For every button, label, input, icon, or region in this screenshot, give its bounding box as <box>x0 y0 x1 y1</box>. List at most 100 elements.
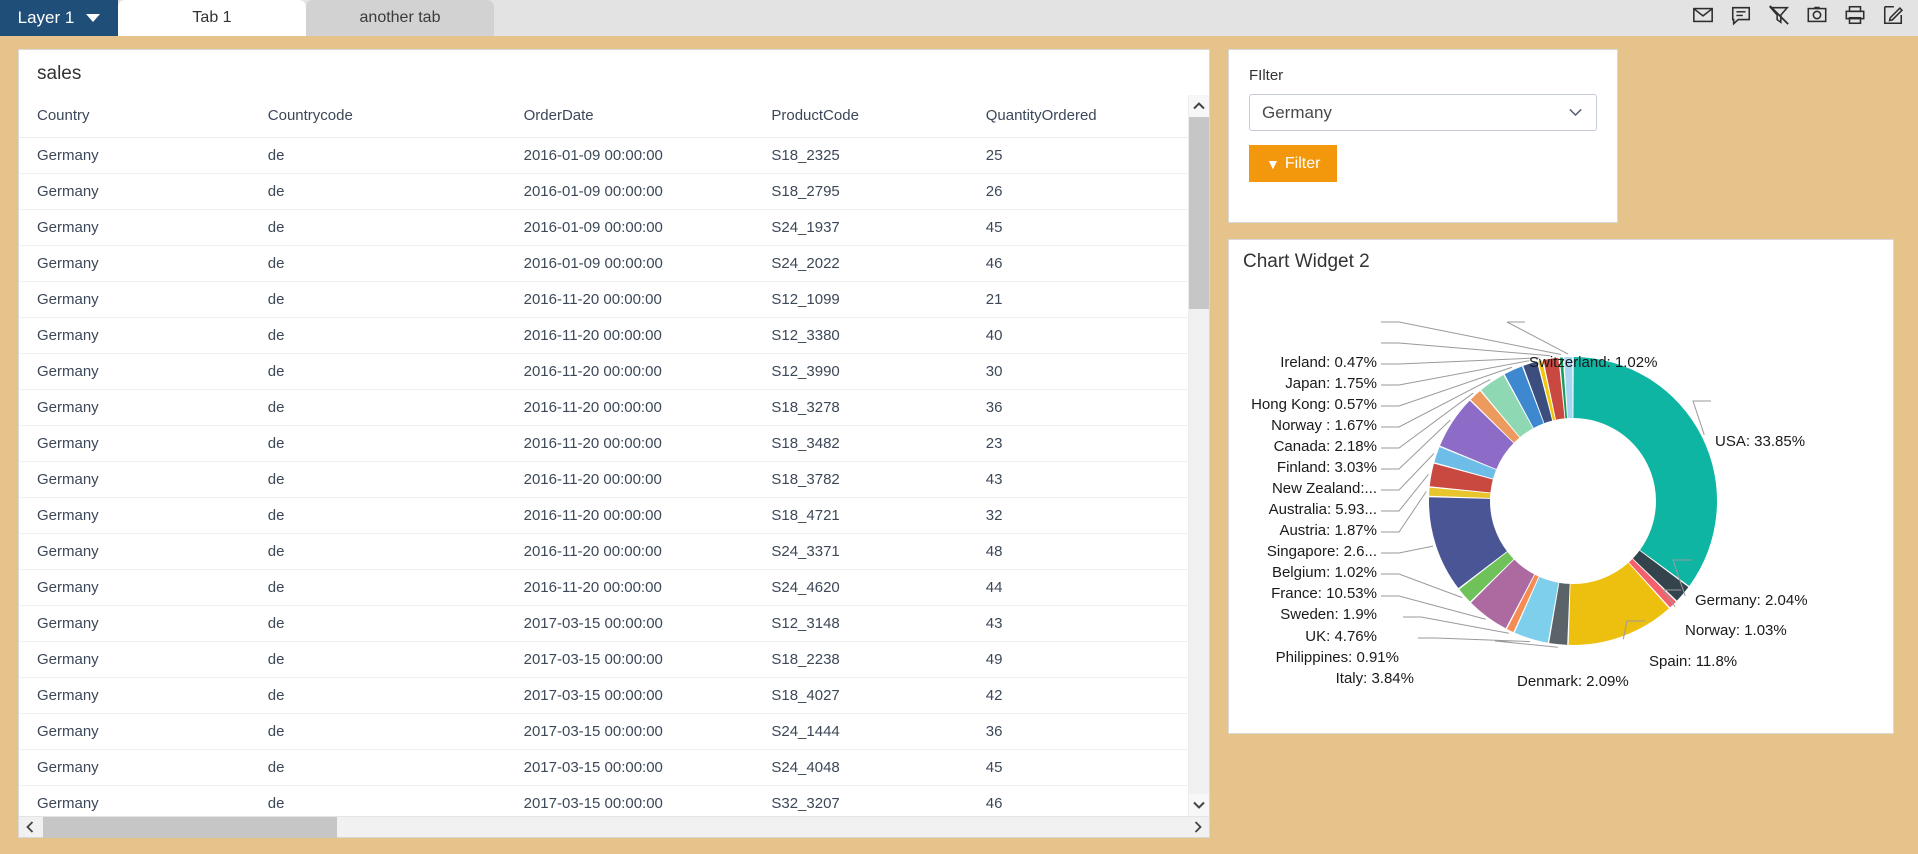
table-cell: 46 <box>985 245 1188 282</box>
table-row[interactable]: Germany de 2016-01-09 00:00:00 S24_2022 46 <box>19 245 1188 282</box>
label-leader-line <box>1381 342 1551 357</box>
scroll-right-button[interactable] <box>1187 817 1209 838</box>
table-cell: S32_3207 <box>771 785 986 816</box>
scroll-track-horizontal[interactable] <box>41 816 1187 838</box>
column-header-countrycode[interactable]: Countrycode <box>267 95 524 138</box>
edit-icon[interactable] <box>1882 4 1904 26</box>
donut-slice-label: UK: 4.76% <box>1305 628 1377 645</box>
tab-label: Tab 1 <box>192 9 232 26</box>
print-icon[interactable] <box>1844 4 1866 26</box>
table-cell: 2016-11-20 00:00:00 <box>523 281 772 318</box>
table-row[interactable]: Germany de 2016-11-20 00:00:00 S18_3782 43 <box>19 461 1188 498</box>
column-header-quantityordered[interactable]: QuantityOrdered <box>985 95 1188 138</box>
table-cell: S18_2325 <box>771 137 986 174</box>
table-row[interactable]: Germany de 2017-03-15 00:00:00 S24_1444 36 <box>19 713 1188 750</box>
label-leader-line <box>1381 491 1427 533</box>
tab-tab-1[interactable]: Tab 1 <box>118 0 306 36</box>
table-row[interactable]: Germany de 2016-01-09 00:00:00 S18_2795 26 <box>19 173 1188 210</box>
scroll-thumb-horizontal[interactable] <box>43 816 337 838</box>
donut-slice-label: Germany: 2.04% <box>1695 592 1808 609</box>
table-body-wrapper: Country Countrycode OrderDate ProductCod… <box>19 95 1188 816</box>
table-row[interactable]: Germany de 2017-03-15 00:00:00 S18_2238 49 <box>19 641 1188 678</box>
column-header-orderdate[interactable]: OrderDate <box>523 95 772 138</box>
tab-label: another tab <box>359 9 441 26</box>
table-cell: de <box>267 677 524 714</box>
table-vertical-scrollbar[interactable] <box>1188 95 1209 816</box>
table-cell: 49 <box>985 641 1188 678</box>
table-cell: de <box>267 389 524 426</box>
table-cell: 2017-03-15 00:00:00 <box>523 677 772 714</box>
table-cell: de <box>267 497 524 534</box>
apply-filter-button[interactable]: ▼ Filter <box>1249 145 1338 182</box>
table-cell: de <box>267 713 524 750</box>
table-row[interactable]: Germany de 2016-11-20 00:00:00 S18_4721 32 <box>19 497 1188 534</box>
table-row[interactable]: Germany de 2017-03-15 00:00:00 S32_3207 46 <box>19 785 1188 816</box>
comment-icon[interactable] <box>1730 4 1752 26</box>
donut-slice-label: Singapore: 2.6... <box>1266 543 1377 560</box>
table-row[interactable]: Germany de 2017-03-15 00:00:00 S24_4048 45 <box>19 749 1188 786</box>
topbar-icon-group <box>1692 0 1918 36</box>
table-row[interactable]: Germany de 2017-03-15 00:00:00 S18_4027 42 <box>19 677 1188 714</box>
table-row[interactable]: Germany de 2016-11-20 00:00:00 S12_3990 30 <box>19 353 1188 390</box>
donut-slice-label: Australia: 5.93... <box>1268 501 1377 518</box>
table-cell: S24_2022 <box>771 245 986 282</box>
table-cell: S18_3278 <box>771 389 986 426</box>
scroll-track-vertical[interactable] <box>1188 117 1209 794</box>
table-row[interactable]: Germany de 2016-01-09 00:00:00 S18_2325 25 <box>19 137 1188 174</box>
chevron-up-icon <box>1193 102 1205 110</box>
country-filter-select[interactable]: Germany <box>1249 94 1597 131</box>
donut-slice-label: Finland: 3.03% <box>1276 459 1377 476</box>
column-header-country[interactable]: Country <box>19 95 268 138</box>
filter-off-icon[interactable] <box>1768 4 1790 26</box>
table-row[interactable]: Germany de 2017-03-15 00:00:00 S12_3148 43 <box>19 605 1188 642</box>
table-cell: 44 <box>985 569 1188 606</box>
table-cell: S18_2795 <box>771 173 986 210</box>
column-header-productcode[interactable]: ProductCode <box>771 95 986 138</box>
table-row[interactable]: Germany de 2016-11-20 00:00:00 S18_3482 23 <box>19 425 1188 462</box>
label-leader-line <box>1381 453 1435 491</box>
table-cell: 2017-03-15 00:00:00 <box>523 641 772 678</box>
table-cell: 2016-01-09 00:00:00 <box>523 173 772 210</box>
scroll-up-button[interactable] <box>1188 95 1209 117</box>
table-body: Germany de 2016-01-09 00:00:00 S18_2325 25 Ge… <box>19 137 1188 816</box>
table-row[interactable]: Germany de 2016-11-20 00:00:00 S24_3371 48 <box>19 533 1188 570</box>
table-cell: S12_3148 <box>771 605 986 642</box>
table-cell: 21 <box>985 281 1188 318</box>
table-cell: 30 <box>985 353 1188 390</box>
tab-another-tab[interactable]: another tab <box>306 0 494 36</box>
table-cell: 46 <box>985 785 1188 816</box>
donut-slice-label: USA: 33.85% <box>1715 433 1806 450</box>
table-row[interactable]: Germany de 2016-11-20 00:00:00 S18_3278 36 <box>19 389 1188 426</box>
filter-label: FIlter <box>1249 67 1284 84</box>
label-leader-line <box>1381 545 1434 554</box>
donut-slice-label: Philippines: 0.91% <box>1275 649 1399 666</box>
donut-slice-label: Hong Kong: 0.57% <box>1251 396 1377 413</box>
scroll-left-button[interactable] <box>19 817 41 838</box>
table-cell: Germany <box>19 641 268 678</box>
mail-icon[interactable] <box>1692 4 1714 26</box>
table-row[interactable]: Germany de 2016-11-20 00:00:00 S24_4620 44 <box>19 569 1188 606</box>
donut-slice-label: Italy: 3.84% <box>1335 670 1414 687</box>
table-row[interactable]: Germany de 2016-01-09 00:00:00 S24_1937 45 <box>19 209 1188 246</box>
donut-slice-label: Ireland: 0.47% <box>1280 354 1377 371</box>
table-cell: 25 <box>985 137 1188 174</box>
table-cell: S24_4620 <box>771 569 986 606</box>
table-cell: Germany <box>19 713 268 750</box>
filter-select-value: Germany <box>1262 102 1332 122</box>
sales-table-widget: sales Country Countrycode OrderDate Prod… <box>18 49 1210 838</box>
donut-slice-label: France: 10.53% <box>1271 585 1377 602</box>
table-row[interactable]: Germany de 2016-11-20 00:00:00 S12_1099 21 <box>19 281 1188 318</box>
table-row[interactable]: Germany de 2016-11-20 00:00:00 S12_3380 40 <box>19 317 1188 354</box>
table-cell: 2017-03-15 00:00:00 <box>523 713 772 750</box>
table-header-row: Country Countrycode OrderDate ProductCod… <box>19 95 1188 138</box>
label-leader-line <box>1381 321 1562 355</box>
donut-slice-label: Belgium: 1.02% <box>1271 564 1377 581</box>
donut-chart[interactable]: USA: 33.85% Germany: 2.04% Norway: 1.03% Sp… <box>1229 273 1895 728</box>
camera-icon[interactable] <box>1806 4 1828 26</box>
table-horizontal-scrollbar[interactable] <box>19 816 1209 838</box>
layer-selector[interactable]: Layer 1 <box>0 0 118 36</box>
table-cell: Germany <box>19 749 268 786</box>
donut-slice[interactable] <box>1573 357 1717 587</box>
scroll-down-button[interactable] <box>1188 794 1209 816</box>
scroll-thumb-vertical[interactable] <box>1188 117 1209 309</box>
